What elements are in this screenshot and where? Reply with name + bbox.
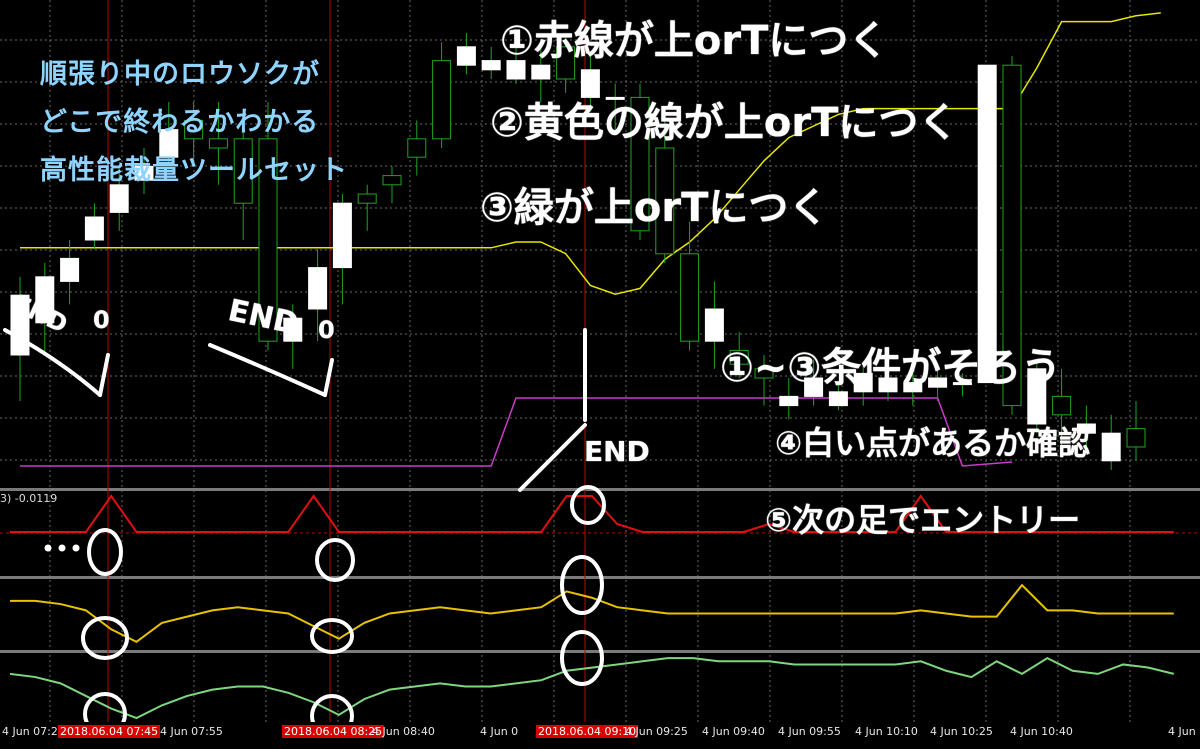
- end-label-3: END: [584, 435, 650, 468]
- time-label: 4 Jun 09:25: [625, 725, 688, 738]
- time-label: 4 Jun 10:40: [1010, 725, 1073, 738]
- candle-body: [84, 216, 104, 241]
- candle-body: [308, 267, 328, 310]
- end-arrow-1-tip: [98, 353, 110, 397]
- candle-body: [407, 138, 427, 158]
- white-dot: [58, 544, 66, 552]
- candle-body: [109, 184, 129, 213]
- candle-body: [382, 175, 402, 186]
- chart-area[interactable]: 順張り中のロウソクが どこで終わるかわかる 高性能裁量ツールセット ①赤線が上o…: [0, 0, 1200, 745]
- candle-body: [680, 253, 700, 342]
- note-step-2: ②黄色の線が上orTにつく: [490, 100, 959, 146]
- time-label: 4 Jun 0: [480, 725, 519, 738]
- end-arrow-2-tip: [323, 358, 334, 397]
- candle-body: [456, 46, 476, 66]
- note-step-4: ④白い点があるか確認: [775, 424, 1091, 462]
- candle-body: [481, 60, 501, 71]
- white-dot: [72, 544, 80, 552]
- circle-mark: [87, 528, 123, 576]
- heading-line-2: どこで終わるかわかる: [40, 107, 320, 138]
- candle-body: [1052, 395, 1072, 416]
- time-label: 4 Jun 07:55: [160, 725, 223, 738]
- time-axis: 4 Jun 07:25 2018.06.04 07:45 4 Jun 07:55 20…: [0, 722, 1200, 745]
- circle-mark: [315, 538, 355, 582]
- candle-body: [1101, 432, 1121, 462]
- time-label: 4 Jun 10:25: [930, 725, 993, 738]
- time-label: 4 Jun 10:10: [855, 725, 918, 738]
- note-condition: ①~③条件がそろう: [720, 345, 1062, 391]
- candle-body: [208, 138, 228, 149]
- time-label: 4 Jun 07:25: [2, 725, 65, 738]
- end-arrow-1: [3, 328, 102, 397]
- candle-body: [432, 60, 452, 140]
- note-step-3: ③緑が上orTにつく: [480, 185, 829, 231]
- candle-body: [357, 193, 377, 204]
- white-dot: [44, 544, 52, 552]
- zero-label-2: 0: [318, 316, 335, 344]
- time-label: 4 Jun 09:55: [778, 725, 841, 738]
- candle-body: [332, 202, 352, 269]
- time-label: 4 Jun 09:40: [702, 725, 765, 738]
- circle-mark: [560, 555, 604, 615]
- candle-body: [531, 64, 551, 80]
- candle-body: [828, 391, 848, 407]
- heading-line-1: 順張り中のロウソクが: [40, 59, 320, 90]
- time-label-highlight: 2018.06.04 09:10: [536, 725, 639, 738]
- indicator-value-label: 3) -0.0119: [0, 492, 58, 505]
- time-label: 4 Jun 08:40: [372, 725, 435, 738]
- heading-line-3: 高性能裁量ツールセット: [40, 155, 348, 186]
- note-step-1: ①赤線が上orTにつく: [500, 18, 889, 64]
- time-label-highlight: 2018.06.04 08:25: [282, 725, 385, 738]
- note-step-5: ⑤次の足でエントリー: [765, 501, 1081, 539]
- candle-body: [60, 257, 80, 282]
- end-arrow-3: [518, 423, 587, 492]
- candle-body: [779, 395, 799, 407]
- end-arrow-2: [208, 343, 327, 397]
- circle-mark: [560, 630, 604, 686]
- zero-label-1: 0: [93, 306, 110, 334]
- candle-body: [1126, 428, 1146, 448]
- green-indicator-line: [9, 657, 1175, 720]
- time-label: 4 Jun: [1168, 725, 1196, 738]
- time-label-highlight: 2018.06.04 07:45: [58, 725, 161, 738]
